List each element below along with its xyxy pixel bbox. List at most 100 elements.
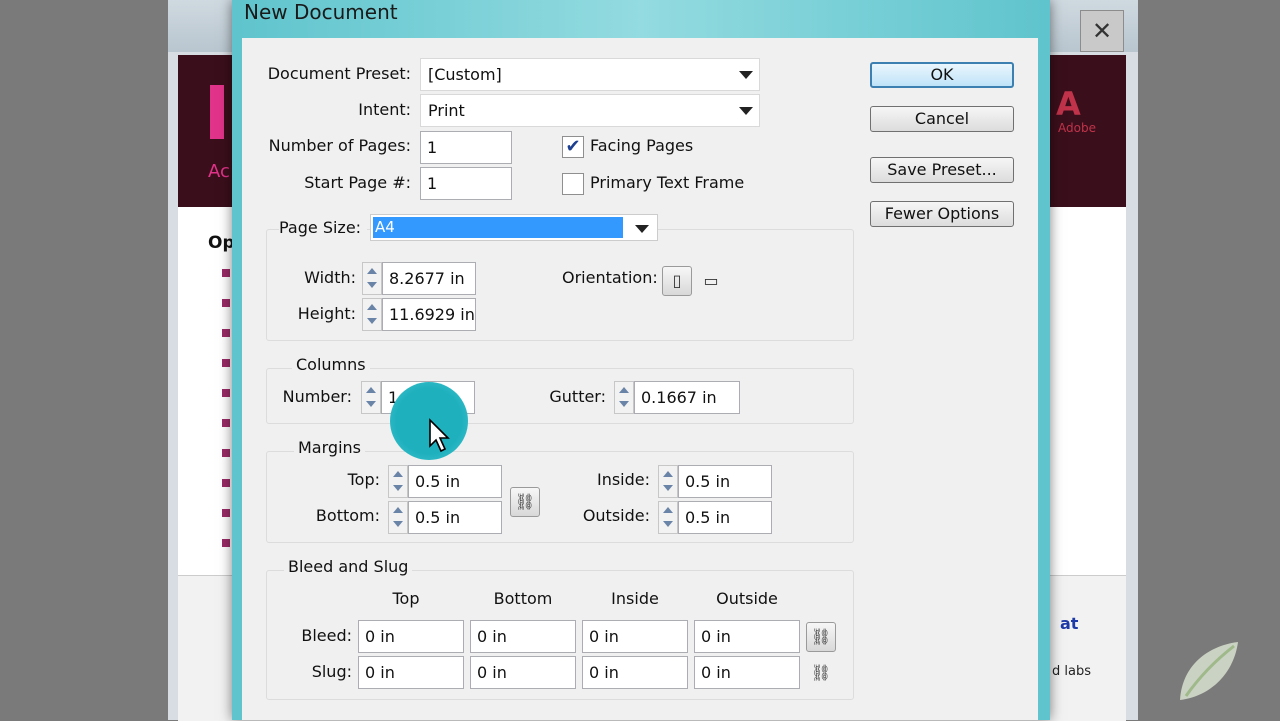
arrow-up-icon xyxy=(367,304,377,310)
margin-top-label: Top: xyxy=(347,470,380,489)
height-label: Height: xyxy=(297,304,356,323)
margin-top-input[interactable]: 0.5 in xyxy=(408,465,502,498)
app-logo-bar xyxy=(210,85,224,139)
close-icon: ✕ xyxy=(1091,17,1113,45)
start-page-label: Start Page #: xyxy=(304,173,411,192)
arrow-up-icon xyxy=(393,507,403,513)
margin-bottom-input[interactable]: 0.5 in xyxy=(408,501,502,534)
document-preset-dropdown[interactable]: [Custom] xyxy=(420,58,760,91)
save-preset-button[interactable]: Save Preset... xyxy=(870,157,1014,183)
bleed-outside-input[interactable]: 0 in xyxy=(694,620,800,653)
arrow-down-icon xyxy=(663,521,673,527)
arrow-down-icon xyxy=(367,318,377,324)
gutter-input[interactable]: 0.1667 in xyxy=(634,381,740,414)
intent-dropdown[interactable]: Print xyxy=(420,94,760,127)
number-of-pages-input[interactable]: 1 xyxy=(420,131,512,164)
gutter-label: Gutter: xyxy=(549,387,606,406)
new-document-dialog: New Document Document Preset: [Custom] I… xyxy=(232,0,1050,720)
background-close-button[interactable]: ✕ xyxy=(1080,10,1124,52)
broken-chain-icon: ⛓ xyxy=(810,663,832,682)
arrow-up-icon xyxy=(366,387,376,393)
columns-number-stepper[interactable] xyxy=(361,381,381,414)
background-footer-text: d labs xyxy=(1052,664,1091,679)
orientation-label: Orientation: xyxy=(562,268,658,287)
chevron-down-icon xyxy=(635,225,649,233)
background-link-text[interactable]: at xyxy=(1060,614,1078,633)
list-bullet xyxy=(222,389,230,397)
slug-link-button[interactable]: ⛓ xyxy=(806,658,836,688)
ok-button[interactable]: OK xyxy=(870,62,1014,88)
landscape-orientation-button[interactable]: ▭ xyxy=(696,266,726,296)
document-preset-label: Document Preset: xyxy=(267,64,411,83)
dialog-client-area: Document Preset: [Custom] Intent: Print … xyxy=(242,38,1038,720)
margin-inside-label: Inside: xyxy=(596,470,650,489)
slug-top-input[interactable]: 0 in xyxy=(358,656,464,689)
bleed-col-bottom: Bottom xyxy=(493,589,553,608)
intent-value: Print xyxy=(428,101,465,120)
arrow-down-icon xyxy=(366,401,376,407)
margin-inside-input[interactable]: 0.5 in xyxy=(678,465,772,498)
fewer-options-button[interactable]: Fewer Options xyxy=(870,201,1014,227)
bleed-label: Bleed: xyxy=(301,626,352,645)
arrow-down-icon xyxy=(663,485,673,491)
bleed-inside-input[interactable]: 0 in xyxy=(582,620,688,653)
arrow-up-icon xyxy=(663,471,673,477)
height-input[interactable]: 11.6929 in xyxy=(382,298,476,331)
page-size-dropdown[interactable]: A4 xyxy=(370,214,658,241)
margin-inside-stepper[interactable] xyxy=(658,465,678,498)
page-size-value: A4 xyxy=(373,217,623,238)
slug-bottom-input[interactable]: 0 in xyxy=(470,656,576,689)
columns-number-label: Number: xyxy=(282,387,352,406)
document-preset-value: [Custom] xyxy=(428,65,502,84)
number-of-pages-label: Number of Pages: xyxy=(268,136,411,155)
banner-partial-text: Ac xyxy=(208,161,230,182)
bleed-col-inside: Inside xyxy=(611,589,659,608)
portrait-icon: ▯ xyxy=(672,271,682,290)
bleed-top-input[interactable]: 0 in xyxy=(358,620,464,653)
background-heading: Op xyxy=(208,233,235,253)
facing-pages-checkbox[interactable]: ✔ xyxy=(562,136,584,158)
width-input[interactable]: 8.2677 in xyxy=(382,262,476,295)
arrow-down-icon xyxy=(367,282,377,288)
arrow-down-icon xyxy=(393,521,403,527)
arrow-up-icon xyxy=(663,507,673,513)
bleed-col-top: Top xyxy=(392,589,420,608)
margin-bottom-stepper[interactable] xyxy=(388,501,408,534)
cancel-button[interactable]: Cancel xyxy=(870,106,1014,132)
list-bullet xyxy=(222,509,230,517)
list-bullet xyxy=(222,329,230,337)
landscape-icon: ▭ xyxy=(703,271,719,290)
arrow-down-icon xyxy=(619,401,629,407)
slug-outside-input[interactable]: 0 in xyxy=(694,656,800,689)
bleed-link-button[interactable]: ⛓ xyxy=(806,622,836,652)
width-label: Width: xyxy=(304,268,356,287)
slug-label: Slug: xyxy=(311,662,352,681)
margin-outside-stepper[interactable] xyxy=(658,501,678,534)
portrait-orientation-button[interactable]: ▯ xyxy=(662,266,692,296)
primary-text-frame-label: Primary Text Frame xyxy=(590,173,745,192)
chevron-down-icon xyxy=(739,71,753,79)
facing-pages-label: Facing Pages xyxy=(590,136,694,155)
start-page-input[interactable]: 1 xyxy=(420,167,512,200)
list-bullet xyxy=(222,419,230,427)
arrow-down-icon xyxy=(393,485,403,491)
slug-inside-input[interactable]: 0 in xyxy=(582,656,688,689)
width-stepper[interactable] xyxy=(362,262,382,295)
page-size-label: Page Size: xyxy=(279,218,368,237)
mouse-cursor-icon xyxy=(429,418,450,453)
arrow-up-icon xyxy=(393,471,403,477)
list-bullet xyxy=(222,539,230,547)
margin-bottom-label: Bottom: xyxy=(315,506,380,525)
chevron-down-icon xyxy=(739,107,753,115)
gutter-stepper[interactable] xyxy=(614,381,634,414)
margin-outside-input[interactable]: 0.5 in xyxy=(678,501,772,534)
height-stepper[interactable] xyxy=(362,298,382,331)
margin-outside-label: Outside: xyxy=(582,506,650,525)
bleed-bottom-input[interactable]: 0 in xyxy=(470,620,576,653)
margins-link-button[interactable]: ⛓ xyxy=(510,487,540,517)
checkmark-icon: ✔ xyxy=(565,136,581,157)
margin-top-stepper[interactable] xyxy=(388,465,408,498)
primary-text-frame-checkbox[interactable] xyxy=(562,173,584,195)
leaf-logo-icon xyxy=(1180,642,1238,700)
list-bullet xyxy=(222,479,230,487)
